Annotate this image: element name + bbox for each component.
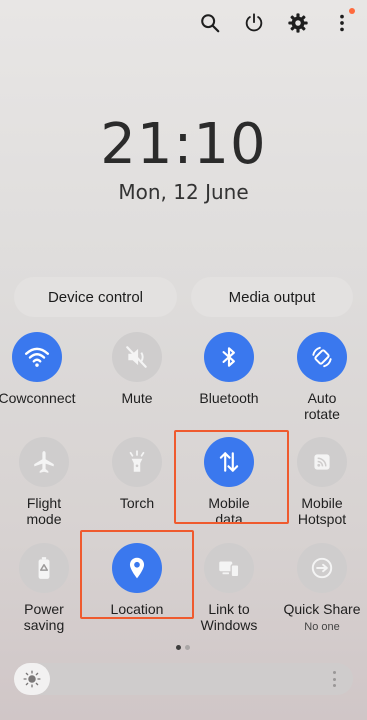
clock-time: 21:10 (100, 112, 267, 177)
rotate-icon (312, 346, 332, 368)
wifi-toggle[interactable] (12, 332, 62, 382)
tile-bluetooth[interactable]: Bluetooth (186, 332, 272, 406)
mute-toggle[interactable] (112, 332, 162, 382)
tile-quick-share-label: Quick Share (283, 601, 361, 617)
top-bar (179, 8, 355, 36)
more-vert-icon (340, 14, 344, 32)
mute-icon (126, 346, 147, 368)
page-indicator (176, 645, 194, 650)
tile-torch-label: Torch (119, 495, 155, 511)
mobile-data-highlight (174, 430, 289, 524)
tile-mobile-hotspot-label: Mobile Hotspot (297, 495, 347, 527)
torch-icon (129, 450, 145, 472)
tile-link-to-windows-label: Link to Windows (200, 601, 258, 633)
tile-auto-rotate-label: Auto rotate (304, 390, 340, 422)
power-icon (245, 13, 263, 32)
tile-quick-share[interactable]: Quick Share No one (279, 543, 365, 633)
wifi-icon (24, 347, 50, 367)
tile-auto-rotate[interactable]: Auto rotate (279, 332, 365, 422)
quick-share-toggle[interactable] (297, 543, 347, 593)
tile-power-saving[interactable]: Power saving (1, 543, 87, 633)
bluetooth-toggle[interactable] (204, 332, 254, 382)
brightness-slider[interactable] (14, 663, 353, 695)
more-options-button[interactable] (329, 8, 355, 36)
auto-rotate-toggle[interactable] (297, 332, 347, 382)
gear-icon (288, 13, 308, 33)
search-icon (201, 14, 220, 33)
power-button[interactable] (241, 10, 267, 36)
tile-bluetooth-label: Bluetooth (199, 390, 259, 406)
quick-share-icon (311, 557, 333, 579)
page-dot (185, 645, 190, 650)
tile-wifi[interactable]: Cowconnect (0, 332, 80, 406)
tile-mute[interactable]: Mute (94, 332, 180, 406)
airplane-icon (34, 451, 54, 473)
device-control-button[interactable]: Device control (14, 277, 177, 317)
search-button[interactable] (197, 10, 223, 36)
clock-date: Mon, 12 June (118, 180, 249, 204)
location-highlight (80, 530, 194, 619)
tile-mute-label: Mute (121, 390, 153, 406)
tile-flight-mode-label: Flight mode (26, 495, 62, 527)
tile-flight-mode[interactable]: Flight mode (1, 437, 87, 527)
brightness-more-icon[interactable] (333, 671, 337, 687)
torch-toggle[interactable] (112, 437, 162, 487)
tile-wifi-label: Cowconnect (0, 390, 76, 406)
link-to-windows-toggle[interactable] (204, 543, 254, 593)
notification-dot (349, 8, 355, 14)
brightness-handle[interactable] (14, 663, 50, 695)
sun-icon (23, 670, 41, 688)
tile-power-saving-label: Power saving (23, 601, 65, 633)
flight-mode-toggle[interactable] (19, 437, 69, 487)
tile-mobile-hotspot[interactable]: Mobile Hotspot (279, 437, 365, 527)
tile-link-to-windows[interactable]: Link to Windows (186, 543, 272, 633)
media-output-button[interactable]: Media output (191, 277, 353, 317)
tile-torch[interactable]: Torch (94, 437, 180, 511)
tile-quick-share-sublabel: No one (304, 621, 340, 633)
page-dot-active (176, 645, 181, 650)
power-saving-toggle[interactable] (19, 543, 69, 593)
bluetooth-icon (222, 347, 235, 367)
hotspot-icon (314, 454, 330, 470)
settings-button[interactable] (285, 10, 311, 36)
battery-icon (38, 557, 50, 579)
link-windows-icon (219, 561, 240, 578)
mobile-hotspot-toggle[interactable] (297, 437, 347, 487)
